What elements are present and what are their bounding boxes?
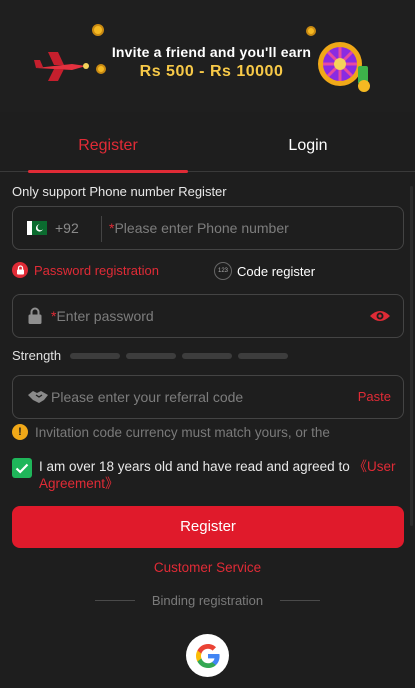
strength-bar-segment bbox=[126, 353, 176, 359]
password-placeholder: Enter password bbox=[56, 308, 154, 324]
banner-headline: Invite a friend and you'll earn bbox=[111, 44, 312, 60]
lock-icon bbox=[12, 262, 28, 278]
handshake-icon bbox=[28, 391, 48, 403]
phone-field[interactable]: +92 *Please enter Phone number bbox=[12, 206, 404, 250]
referral-field[interactable]: Please enter your referral code Paste bbox=[12, 375, 404, 419]
register-note: Only support Phone number Register bbox=[12, 184, 227, 199]
plane-icon bbox=[34, 52, 89, 81]
password-input[interactable]: *Enter password bbox=[51, 308, 154, 324]
register-button[interactable]: Register bbox=[12, 506, 404, 548]
agree-checkbox[interactable] bbox=[12, 458, 32, 478]
registration-modes: Password registration 123 Code register bbox=[12, 262, 404, 282]
lock-icon bbox=[28, 307, 42, 324]
promo-banner[interactable]: Invite a friend and you'll earn Rs 500 -… bbox=[0, 0, 415, 112]
google-login-button[interactable] bbox=[186, 634, 229, 677]
agreement-label: I am over 18 years old and have read and… bbox=[39, 459, 354, 474]
checkmark-icon bbox=[15, 463, 29, 474]
google-icon bbox=[195, 643, 220, 668]
agreement-text: I am over 18 years old and have read and… bbox=[39, 458, 404, 492]
eye-icon[interactable] bbox=[369, 309, 391, 323]
tab-register[interactable]: Register bbox=[28, 130, 188, 173]
tab-login[interactable]: Login bbox=[228, 130, 388, 172]
referral-input[interactable]: Please enter your referral code bbox=[51, 389, 243, 405]
scrollbar[interactable] bbox=[410, 186, 413, 526]
code-register-label: Code register bbox=[237, 263, 316, 279]
code-register-option[interactable]: 123 Code register bbox=[214, 262, 315, 280]
password-field[interactable]: *Enter password bbox=[12, 294, 404, 338]
invitation-warning: ! Invitation code currency must match yo… bbox=[12, 424, 330, 440]
phone-placeholder: Please enter Phone number bbox=[114, 220, 289, 236]
password-registration-option[interactable]: Password registration bbox=[12, 262, 159, 278]
strength-label: Strength bbox=[12, 348, 62, 363]
strength-bar-segment bbox=[70, 353, 120, 359]
country-code[interactable]: +92 bbox=[55, 220, 79, 236]
divider bbox=[280, 600, 320, 601]
phone-input[interactable]: *Please enter Phone number bbox=[109, 220, 289, 236]
paste-button[interactable]: Paste bbox=[358, 389, 391, 404]
banner-reward-range: Rs 500 - Rs 10000 bbox=[139, 63, 284, 80]
coin-icon bbox=[306, 26, 316, 36]
pakistan-flag-icon bbox=[27, 221, 47, 235]
customer-service-link[interactable]: Customer Service bbox=[0, 560, 415, 575]
strength-bar-segment bbox=[182, 353, 232, 359]
auth-tabs: Register Login bbox=[0, 130, 415, 173]
prize-wheel-icon bbox=[318, 42, 370, 92]
strength-bar-segment bbox=[238, 353, 288, 359]
password-registration-label: Password registration bbox=[34, 262, 159, 278]
numeric-code-icon: 123 bbox=[214, 262, 232, 280]
warning-text: Invitation code currency must match your… bbox=[35, 424, 330, 440]
warning-icon: ! bbox=[12, 424, 28, 440]
binding-registration-label: Binding registration bbox=[151, 593, 264, 608]
coin-icon bbox=[92, 24, 104, 36]
divider bbox=[101, 216, 102, 242]
